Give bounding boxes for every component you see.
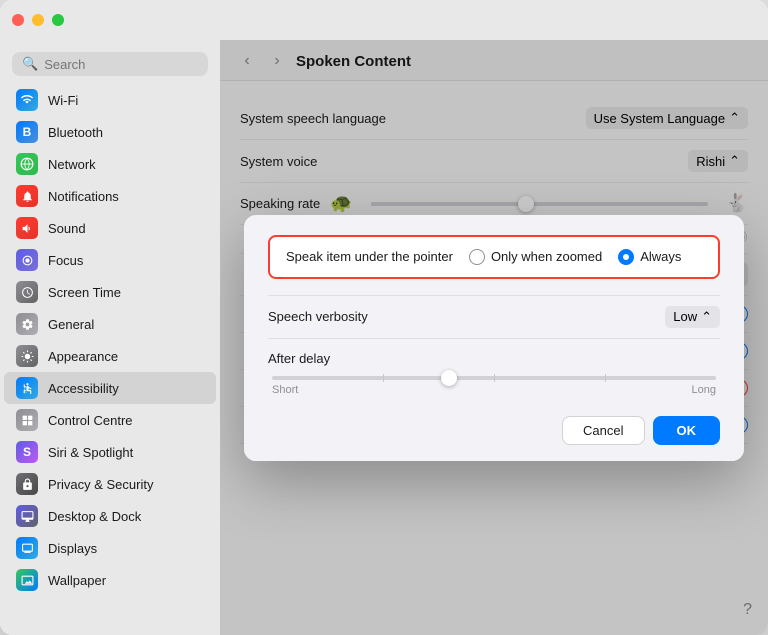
chevron-down-icon: ⌃	[701, 309, 712, 325]
sidebar-item-notifications[interactable]: Notifications	[4, 180, 216, 212]
speak-pointer-row: Speak item under the pointer Only when z…	[268, 235, 720, 279]
controlcentre-icon	[16, 409, 38, 431]
delay-min-label: Short	[272, 384, 298, 396]
radio-always[interactable]: Always	[618, 249, 681, 265]
sidebar-item-bluetooth[interactable]: B Bluetooth	[4, 116, 216, 148]
delay-slider[interactable]	[272, 376, 716, 380]
sidebar-label-screentime: Screen Time	[48, 285, 121, 300]
accessibility-icon	[16, 377, 38, 399]
close-button[interactable]	[12, 14, 24, 26]
delay-thumb	[441, 370, 457, 386]
wallpaper-icon	[16, 569, 38, 591]
notifications-icon	[16, 185, 38, 207]
radio-label-always: Always	[640, 249, 681, 264]
screentime-icon	[16, 281, 38, 303]
sidebar-item-sound[interactable]: Sound	[4, 212, 216, 244]
delay-labels: Short Long	[272, 384, 716, 396]
sidebar-item-displays[interactable]: Displays	[4, 532, 216, 564]
app-body: 🔍 Wi-Fi B Bluetooth Network	[0, 40, 768, 635]
sidebar-item-appearance[interactable]: Appearance	[4, 340, 216, 372]
sound-icon	[16, 217, 38, 239]
delay-max-label: Long	[692, 384, 716, 396]
desktop-icon	[16, 505, 38, 527]
radio-circle-only-when-zoomed	[469, 249, 485, 265]
search-box[interactable]: 🔍	[12, 52, 208, 76]
sidebar-label-accessibility: Accessibility	[48, 381, 119, 396]
modal-content: Speak item under the pointer Only when z…	[244, 215, 744, 400]
sidebar-label-controlcentre: Control Centre	[48, 413, 133, 428]
sidebar-item-network[interactable]: Network	[4, 148, 216, 180]
sidebar-label-siri: Siri & Spotlight	[48, 445, 133, 460]
sidebar-item-focus[interactable]: Focus	[4, 244, 216, 276]
zoom-button[interactable]	[52, 14, 64, 26]
after-delay-row: After delay Short	[268, 338, 720, 400]
sidebar-item-desktop[interactable]: Desktop & Dock	[4, 500, 216, 532]
sidebar-label-appearance: Appearance	[48, 349, 118, 364]
modal-footer: Cancel OK	[244, 400, 744, 461]
network-icon	[16, 153, 38, 175]
minimize-button[interactable]	[32, 14, 44, 26]
ok-button[interactable]: OK	[653, 416, 721, 445]
speech-verbosity-label: Speech verbosity	[268, 309, 368, 324]
sidebar-label-focus: Focus	[48, 253, 83, 268]
system-preferences-window: 🔍 Wi-Fi B Bluetooth Network	[0, 0, 768, 635]
radio-only-when-zoomed[interactable]: Only when zoomed	[469, 249, 602, 265]
sidebar-label-wifi: Wi-Fi	[48, 93, 78, 108]
speak-pointer-label: Speak item under the pointer	[286, 249, 453, 264]
radio-circle-always	[618, 249, 634, 265]
speech-verbosity-value: Low ⌃	[665, 306, 720, 328]
sidebar-label-network: Network	[48, 157, 96, 172]
wifi-icon	[16, 89, 38, 111]
bluetooth-icon: B	[16, 121, 38, 143]
spoken-content-modal: Speak item under the pointer Only when z…	[244, 215, 744, 461]
delay-slider-container: Short Long	[268, 376, 720, 396]
siri-icon: S	[16, 441, 38, 463]
privacy-icon	[16, 473, 38, 495]
sidebar-label-desktop: Desktop & Dock	[48, 509, 141, 524]
sidebar-item-accessibility[interactable]: Accessibility	[4, 372, 216, 404]
radio-label-only-when-zoomed: Only when zoomed	[491, 249, 602, 264]
sidebar-label-general: General	[48, 317, 94, 332]
sidebar-label-notifications: Notifications	[48, 189, 119, 204]
sidebar-item-siri[interactable]: S Siri & Spotlight	[4, 436, 216, 468]
sidebar-label-sound: Sound	[48, 221, 86, 236]
cancel-button[interactable]: Cancel	[562, 416, 644, 445]
search-input[interactable]	[44, 57, 198, 72]
sidebar-item-privacy[interactable]: Privacy & Security	[4, 468, 216, 500]
appearance-icon	[16, 345, 38, 367]
speech-verbosity-row: Speech verbosity Low ⌃	[268, 295, 720, 338]
after-delay-label: After delay	[268, 351, 720, 366]
sidebar-item-controlcentre[interactable]: Control Centre	[4, 404, 216, 436]
content-area: ‹ › Spoken Content System speech languag…	[220, 40, 768, 635]
sidebar-item-general[interactable]: General	[4, 308, 216, 340]
sidebar-label-privacy: Privacy & Security	[48, 477, 153, 492]
displays-icon	[16, 537, 38, 559]
speech-verbosity-dropdown[interactable]: Low ⌃	[665, 306, 720, 328]
title-bar	[0, 0, 768, 40]
sidebar-label-wallpaper: Wallpaper	[48, 573, 106, 588]
modal-overlay: Speak item under the pointer Only when z…	[220, 40, 768, 635]
sidebar-item-wallpaper[interactable]: Wallpaper	[4, 564, 216, 596]
sidebar: 🔍 Wi-Fi B Bluetooth Network	[0, 40, 220, 635]
sidebar-item-screentime[interactable]: Screen Time	[4, 276, 216, 308]
search-icon: 🔍	[22, 56, 38, 72]
sidebar-label-bluetooth: Bluetooth	[48, 125, 103, 140]
general-icon	[16, 313, 38, 335]
sidebar-label-displays: Displays	[48, 541, 97, 556]
sidebar-item-wifi[interactable]: Wi-Fi	[4, 84, 216, 116]
focus-icon	[16, 249, 38, 271]
